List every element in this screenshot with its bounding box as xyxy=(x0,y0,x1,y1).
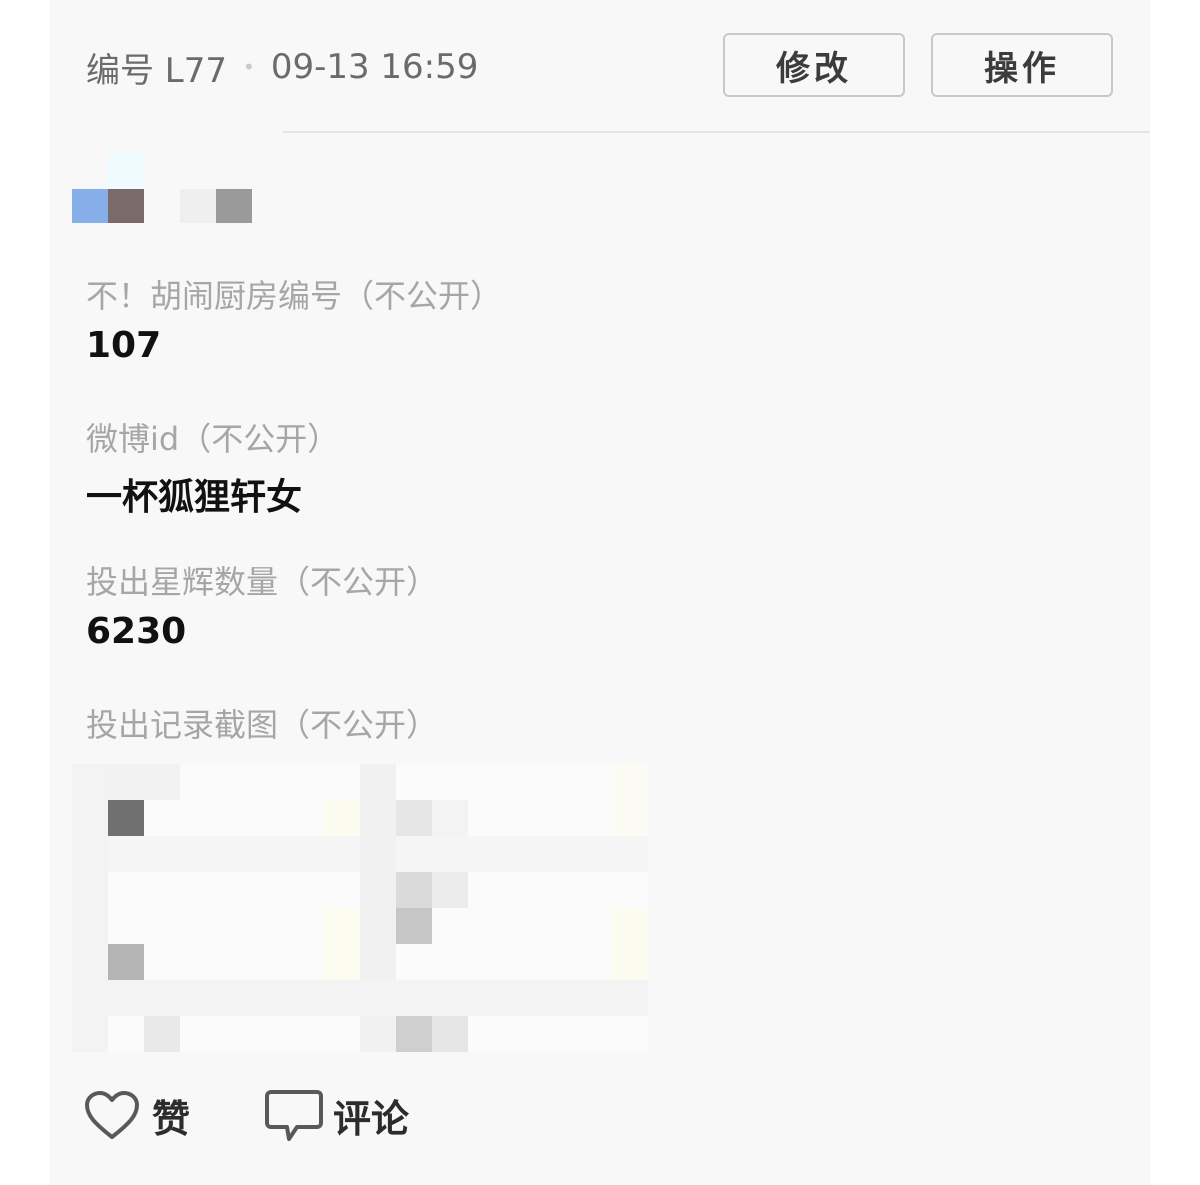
field-label-weibo-id: 微博id（不公开） xyxy=(86,420,340,458)
field-label-screenshot: 投出记录截图（不公开） xyxy=(86,706,439,744)
operate-button[interactable]: 操作 xyxy=(931,33,1113,97)
record-screenshot-image[interactable] xyxy=(72,764,648,1052)
meta-separator: • xyxy=(243,55,255,79)
edit-button[interactable]: 修改 xyxy=(723,33,905,97)
field-label-star-count: 投出星辉数量（不公开） xyxy=(86,563,439,601)
comment-bubble-icon xyxy=(265,1089,323,1143)
heart-icon xyxy=(84,1090,140,1141)
field-value-star-count: 6230 xyxy=(86,611,187,652)
like-label: 赞 xyxy=(152,1097,191,1141)
field-value-weibo-id: 一杯狐狸轩女 xyxy=(86,477,303,518)
avatar xyxy=(40,118,280,238)
field-label-kitchen-number: 不！胡闹厨房编号（不公开） xyxy=(86,277,503,315)
post-timestamp: 09-13 16:59 xyxy=(270,47,479,87)
post-id: 编号 L77 xyxy=(86,50,228,91)
comment-label: 评论 xyxy=(333,1097,410,1141)
header-divider xyxy=(283,131,1150,133)
field-value-kitchen-number: 107 xyxy=(86,325,162,366)
like-button[interactable]: 赞 xyxy=(84,1088,190,1143)
comment-button[interactable]: 评论 xyxy=(265,1088,409,1143)
post-meta: 编号 L77 • 09-13 16:59 xyxy=(86,44,479,91)
